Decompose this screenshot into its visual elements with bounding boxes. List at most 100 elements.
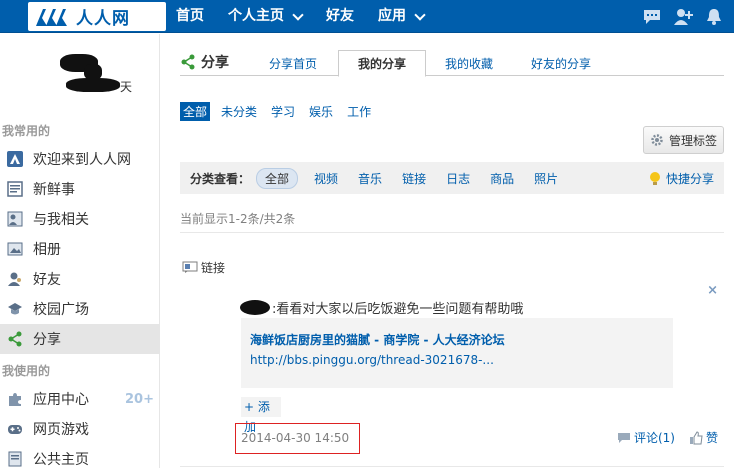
main-nav: 首页 个人主页 好友 应用 — [164, 0, 436, 33]
category-work[interactable]: 工作 — [344, 102, 374, 121]
sidebar-item-label: 分享 — [33, 332, 61, 348]
section-frequent-title: 我常用的 — [2, 124, 51, 138]
post-type-label: 链接 — [182, 259, 225, 276]
top-navigation-bar: 人人网 首页 个人主页 好友 应用 — [0, 0, 734, 33]
profile-name-area[interactable]: 天 — [0, 34, 160, 114]
add-friend-icon[interactable] — [672, 8, 694, 26]
filter-goods[interactable]: 商品 — [490, 170, 514, 187]
add-tag-button[interactable]: + 添加 — [241, 397, 281, 434]
sidebar-item-label: 校园广场 — [33, 302, 89, 318]
nav-profile[interactable]: 个人主页 — [216, 0, 314, 33]
quick-share-label: 快捷分享 — [665, 172, 714, 186]
page-title: 分享 — [201, 55, 229, 71]
gear-icon — [651, 134, 663, 146]
sidebar-item-share[interactable]: 分享 — [0, 324, 160, 354]
redacted-username — [240, 300, 270, 315]
post-type-text: 链接 — [201, 261, 226, 275]
shared-link-title[interactable]: 海鲜饭店厨房里的猫腻 - 商学院 - 人大经济论坛 — [250, 331, 505, 348]
link-type-icon — [182, 261, 198, 273]
sidebar-item-label: 网页游戏 — [33, 422, 89, 438]
chevron-down-icon — [292, 8, 304, 21]
post-text-line: :看看对大家以后吃饭避免一些问题有帮助哦 — [240, 298, 523, 317]
newsfeed-icon — [6, 180, 24, 198]
sidebar-item-album[interactable]: 相册 — [0, 234, 160, 264]
quick-share-button[interactable]: 快捷分享 — [649, 170, 714, 187]
category-uncategorized[interactable]: 未分类 — [218, 102, 260, 121]
tab-my-shares[interactable]: 我的分享 — [338, 50, 426, 77]
filter-label: 分类查看： — [190, 171, 251, 186]
nav-friends[interactable]: 好友 — [314, 0, 366, 33]
sidebar-item-label: 相册 — [33, 242, 61, 258]
filter-music[interactable]: 音乐 — [358, 170, 382, 187]
divider — [180, 466, 724, 467]
like-label: 赞 — [705, 431, 718, 445]
share-title: 分享 — [180, 52, 229, 72]
tab-my-favorites[interactable]: 我的收藏 — [436, 52, 502, 77]
filter-video[interactable]: 视频 — [314, 170, 338, 187]
tab-friends-shares[interactable]: 好友的分享 — [520, 52, 602, 77]
like-button[interactable]: 赞 — [689, 429, 718, 446]
profile-name-suffix: 天 — [120, 80, 133, 94]
sidebar-item-app-center[interactable]: 应用中心 20+ — [0, 384, 160, 414]
sidebar-item-label: 欢迎来到人人网 — [33, 152, 131, 168]
sidebar-item-games[interactable]: 网页游戏 — [0, 414, 160, 444]
thumbs-up-icon — [689, 430, 703, 444]
category-entertainment[interactable]: 娱乐 — [306, 102, 336, 121]
share-icon — [6, 330, 24, 348]
renren-logo-icon — [6, 150, 24, 168]
nav-apps[interactable]: 应用 — [366, 0, 436, 33]
album-icon — [6, 240, 24, 258]
category-all[interactable]: 全部 — [180, 102, 211, 121]
sidebar-item-label: 好友 — [33, 272, 61, 288]
public-page-icon — [6, 450, 24, 468]
sidebar-item-related[interactable]: 与我相关 — [0, 204, 160, 234]
filter-photo[interactable]: 照片 — [534, 170, 558, 187]
nav-apps-label: 应用 — [378, 8, 406, 24]
chat-icon[interactable] — [642, 8, 662, 26]
manage-tags-button[interactable]: 管理标签 — [642, 126, 724, 154]
nav-friends-label: 好友 — [326, 8, 354, 24]
nav-home[interactable]: 首页 — [164, 0, 216, 33]
share-tabs: 分享 分享首页 我的分享 我的收藏 好友的分享 — [180, 50, 724, 77]
category-study[interactable]: 学习 — [268, 102, 298, 121]
campus-icon — [6, 300, 24, 318]
sidebar-item-label: 与我相关 — [33, 212, 89, 228]
sidebar-item-newsfeed[interactable]: 新鲜事 — [0, 174, 160, 204]
sidebar-item-label: 公共主页 — [33, 452, 89, 468]
nav-home-label: 首页 — [176, 8, 204, 24]
post-text: :看看对大家以后吃饭避免一些问题有帮助哦 — [272, 302, 524, 317]
comment-label: 评论(1) — [633, 431, 675, 445]
sidebar: 天 我常用的 欢迎来到人人网 新鲜事 与我相关 相册 好友 校园广场 分享 我使… — [0, 34, 160, 468]
category-tags: 全部 未分类 学习 娱乐 工作 — [180, 102, 374, 121]
lightbulb-icon — [649, 171, 660, 185]
shared-link-url[interactable]: http://bbs.pinggu.org/thread-3021678-... — [250, 353, 494, 367]
renren-logo-icon — [36, 8, 67, 26]
related-icon — [6, 210, 24, 228]
notification-bell-icon[interactable] — [704, 8, 724, 26]
filter-link[interactable]: 链接 — [402, 170, 426, 187]
sidebar-item-welcome[interactable]: 欢迎来到人人网 — [0, 144, 160, 174]
sidebar-item-public-page[interactable]: 公共主页 — [0, 444, 160, 468]
comment-button[interactable]: 评论(1) — [617, 429, 675, 446]
sidebar-item-campus[interactable]: 校园广场 — [0, 294, 160, 324]
filter-blog[interactable]: 日志 — [446, 170, 470, 187]
close-icon[interactable]: × — [707, 283, 718, 298]
app-center-icon — [6, 390, 24, 408]
game-icon — [6, 420, 24, 438]
sidebar-item-friends[interactable]: 好友 — [0, 264, 160, 294]
logo-text: 人人网 — [76, 9, 130, 29]
shared-link-card[interactable]: 海鲜饭店厨房里的猫腻 - 商学院 - 人大经济论坛 http://bbs.pin… — [241, 318, 673, 388]
manage-tags-label: 管理标签 — [668, 133, 717, 148]
comment-icon — [617, 432, 630, 443]
sidebar-item-label: 新鲜事 — [33, 182, 75, 198]
filter-all[interactable]: 全部 — [256, 167, 299, 189]
filter-bar: 分类查看： 全部 视频 音乐 链接 日志 商品 照片 快捷分享 — [180, 162, 724, 194]
nav-profile-label: 个人主页 — [228, 8, 284, 24]
app-count-badge: 20+ — [125, 391, 154, 407]
sidebar-item-label: 应用中心 — [33, 392, 89, 408]
renren-logo[interactable]: 人人网 — [28, 2, 166, 31]
tab-share-home[interactable]: 分享首页 — [258, 52, 328, 77]
top-icons — [642, 0, 724, 33]
divider — [180, 232, 724, 233]
post-actions: 评论(1) 赞 — [617, 429, 718, 446]
